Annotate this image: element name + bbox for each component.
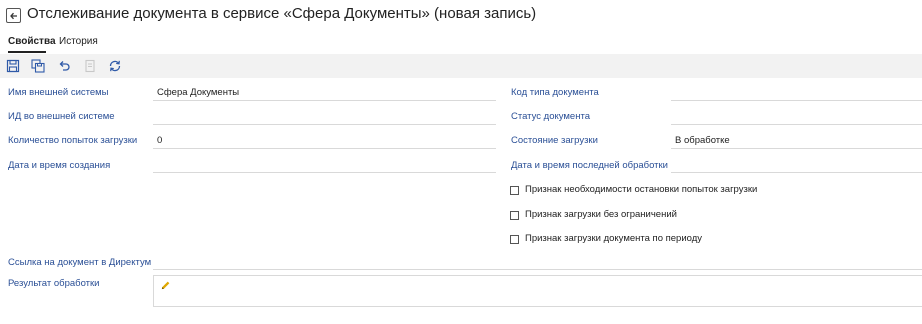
created-at-underline bbox=[153, 172, 496, 173]
last-processed-at-label: Дата и время последней обработки bbox=[511, 160, 668, 171]
refresh-icon bbox=[109, 60, 121, 72]
page-title: Отслеживание документа в сервисе «Сфера … bbox=[27, 5, 537, 22]
external-id-label: ИД во внешней системе bbox=[8, 111, 115, 122]
save-icon bbox=[6, 59, 20, 73]
created-at-label: Дата и время создания bbox=[8, 160, 111, 171]
unlimited-load-checkbox[interactable] bbox=[510, 211, 519, 220]
stop-attempts-checkbox[interactable] bbox=[510, 186, 519, 195]
unlimited-load-checkbox-label: Признак загрузки без ограничений bbox=[525, 209, 677, 220]
directum-link-underline bbox=[153, 269, 922, 270]
doc-status-label: Статус документа bbox=[511, 111, 590, 122]
last-processed-at-underline bbox=[671, 172, 922, 173]
undo-button[interactable] bbox=[56, 58, 72, 74]
period-load-checkbox-label: Признак загрузки документа по периоду bbox=[525, 233, 703, 244]
doc-type-code-underline bbox=[671, 100, 922, 101]
load-state-underline bbox=[671, 148, 922, 149]
save-button[interactable] bbox=[5, 58, 21, 74]
period-load-checkbox[interactable] bbox=[510, 235, 519, 244]
pencil-icon[interactable] bbox=[160, 280, 171, 291]
load-state-label: Состояние загрузки bbox=[511, 135, 598, 146]
arrow-left-icon bbox=[9, 12, 17, 19]
save-and-close-icon bbox=[31, 59, 45, 73]
tab-bar: Свойства История bbox=[0, 34, 922, 54]
refresh-button[interactable] bbox=[107, 58, 123, 74]
active-tab-indicator bbox=[8, 51, 46, 53]
doc-status-underline bbox=[671, 124, 922, 125]
toolbar bbox=[0, 54, 922, 78]
external-system-name-value[interactable]: Сфера Документы bbox=[157, 87, 239, 98]
external-system-name-underline bbox=[153, 100, 496, 101]
load-attempts-underline bbox=[153, 148, 496, 149]
tab-history[interactable]: История bbox=[59, 36, 98, 47]
external-id-underline bbox=[153, 124, 496, 125]
tab-properties[interactable]: Свойства bbox=[8, 36, 56, 47]
doc-type-code-label: Код типа документа bbox=[511, 87, 599, 98]
title-bar: Отслеживание документа в сервисе «Сфера … bbox=[0, 0, 922, 32]
back-button[interactable] bbox=[6, 8, 21, 23]
copy-icon bbox=[85, 59, 95, 73]
load-attempts-label: Количество попыток загрузки bbox=[8, 135, 138, 146]
load-attempts-value[interactable]: 0 bbox=[157, 135, 162, 146]
processing-result-label: Результат обработки bbox=[8, 278, 100, 289]
directum-link-label: Ссылка на документ в Директум bbox=[8, 257, 152, 268]
external-system-name-label: Имя внешней системы bbox=[8, 87, 109, 98]
stop-attempts-checkbox-label: Признак необходимости остановки попыток … bbox=[525, 184, 758, 195]
save-and-close-button[interactable] bbox=[30, 58, 46, 74]
processing-result-textarea[interactable] bbox=[153, 275, 922, 307]
load-state-value[interactable]: В обработке bbox=[675, 135, 730, 146]
copy-button[interactable] bbox=[82, 58, 98, 74]
undo-icon bbox=[59, 61, 70, 71]
